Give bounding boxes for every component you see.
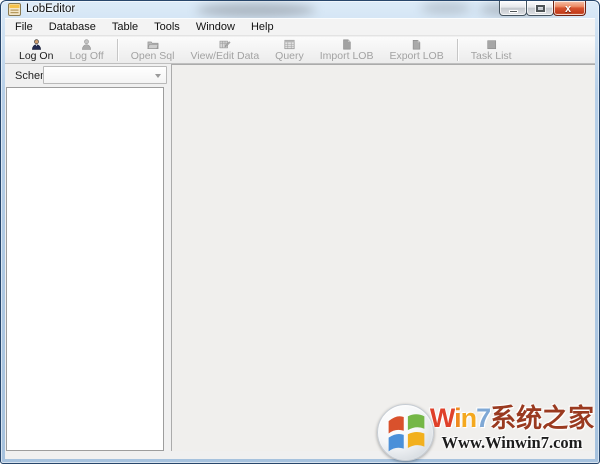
window-title: LobEditor bbox=[26, 3, 75, 15]
windows-logo-icon bbox=[377, 404, 434, 461]
titlebar[interactable]: LobEditor x bbox=[1, 1, 599, 18]
menu-help[interactable]: Help bbox=[243, 19, 282, 35]
glass-reflection bbox=[421, 2, 471, 14]
log-on-icon bbox=[30, 39, 43, 50]
toolbar-separator bbox=[457, 39, 458, 61]
export-lob-button[interactable]: Export LOB bbox=[381, 37, 451, 63]
watermark-url: Www.Winwin7.com bbox=[429, 433, 595, 453]
client-area: File Database Table Tools Window Help Lo… bbox=[5, 18, 595, 459]
watermark-text: Win7系统之家 Www.Winwin7.com bbox=[429, 403, 595, 453]
toolbar-button-label: Log On bbox=[19, 50, 53, 62]
glass-reflection bbox=[196, 3, 316, 17]
view-edit-data-button[interactable]: View/Edit Data bbox=[182, 37, 267, 63]
menu-file[interactable]: File bbox=[7, 19, 41, 35]
open-sql-button[interactable]: Open Sql bbox=[123, 37, 183, 63]
maximize-button[interactable] bbox=[526, 1, 554, 16]
toolbar-button-label: Import LOB bbox=[320, 50, 374, 62]
watermark-brand: Win7系统之家 bbox=[429, 403, 595, 433]
minimize-button[interactable] bbox=[499, 1, 527, 16]
log-off-icon bbox=[80, 39, 93, 50]
maximize-icon bbox=[536, 5, 545, 12]
schema-combobox[interactable] bbox=[43, 66, 167, 84]
close-icon: x bbox=[565, 3, 571, 15]
chevron-down-icon bbox=[155, 74, 161, 78]
task-list-button[interactable]: Task List bbox=[463, 37, 520, 63]
log-off-button[interactable]: Log Off bbox=[61, 37, 111, 63]
menu-bar: File Database Table Tools Window Help bbox=[5, 19, 595, 36]
brand-letter: 7 bbox=[476, 403, 490, 433]
menu-window[interactable]: Window bbox=[188, 19, 243, 35]
workspace-panel bbox=[171, 64, 595, 451]
watermark: Win7系统之家 Www.Winwin7.com bbox=[377, 401, 595, 463]
app-window: LobEditor x File Database Table Tools Wi… bbox=[0, 0, 600, 464]
minimize-icon bbox=[509, 10, 518, 13]
import-lob-button[interactable]: Import LOB bbox=[312, 37, 382, 63]
query-icon bbox=[283, 39, 296, 50]
toolbar: Log On Log Off Open Sql bbox=[5, 37, 595, 64]
toolbar-separator bbox=[117, 39, 118, 61]
schema-tree-panel[interactable] bbox=[6, 87, 164, 451]
view-edit-data-icon bbox=[218, 39, 232, 50]
brand-letter: W bbox=[430, 403, 454, 433]
window-controls: x bbox=[500, 1, 586, 16]
export-lob-icon bbox=[410, 39, 423, 50]
import-lob-icon bbox=[340, 39, 353, 50]
query-button[interactable]: Query bbox=[267, 37, 312, 63]
menu-database[interactable]: Database bbox=[41, 19, 104, 35]
task-list-icon bbox=[485, 39, 498, 50]
open-sql-icon bbox=[146, 39, 160, 50]
toolbar-button-label: Export LOB bbox=[389, 50, 443, 62]
brand-site-name: 系统之家 bbox=[490, 403, 594, 433]
toolbar-button-label: Open Sql bbox=[131, 50, 175, 62]
toolbar-button-label: Query bbox=[275, 50, 304, 62]
brand-letter: n bbox=[461, 403, 477, 433]
toolbar-button-label: Task List bbox=[471, 50, 512, 62]
menu-table[interactable]: Table bbox=[104, 19, 146, 35]
toolbar-button-label: View/Edit Data bbox=[190, 50, 259, 62]
app-icon bbox=[8, 3, 21, 16]
menu-tools[interactable]: Tools bbox=[146, 19, 188, 35]
toolbar-button-label: Log Off bbox=[69, 50, 103, 62]
close-button[interactable]: x bbox=[553, 1, 586, 16]
log-on-button[interactable]: Log On bbox=[11, 37, 61, 63]
